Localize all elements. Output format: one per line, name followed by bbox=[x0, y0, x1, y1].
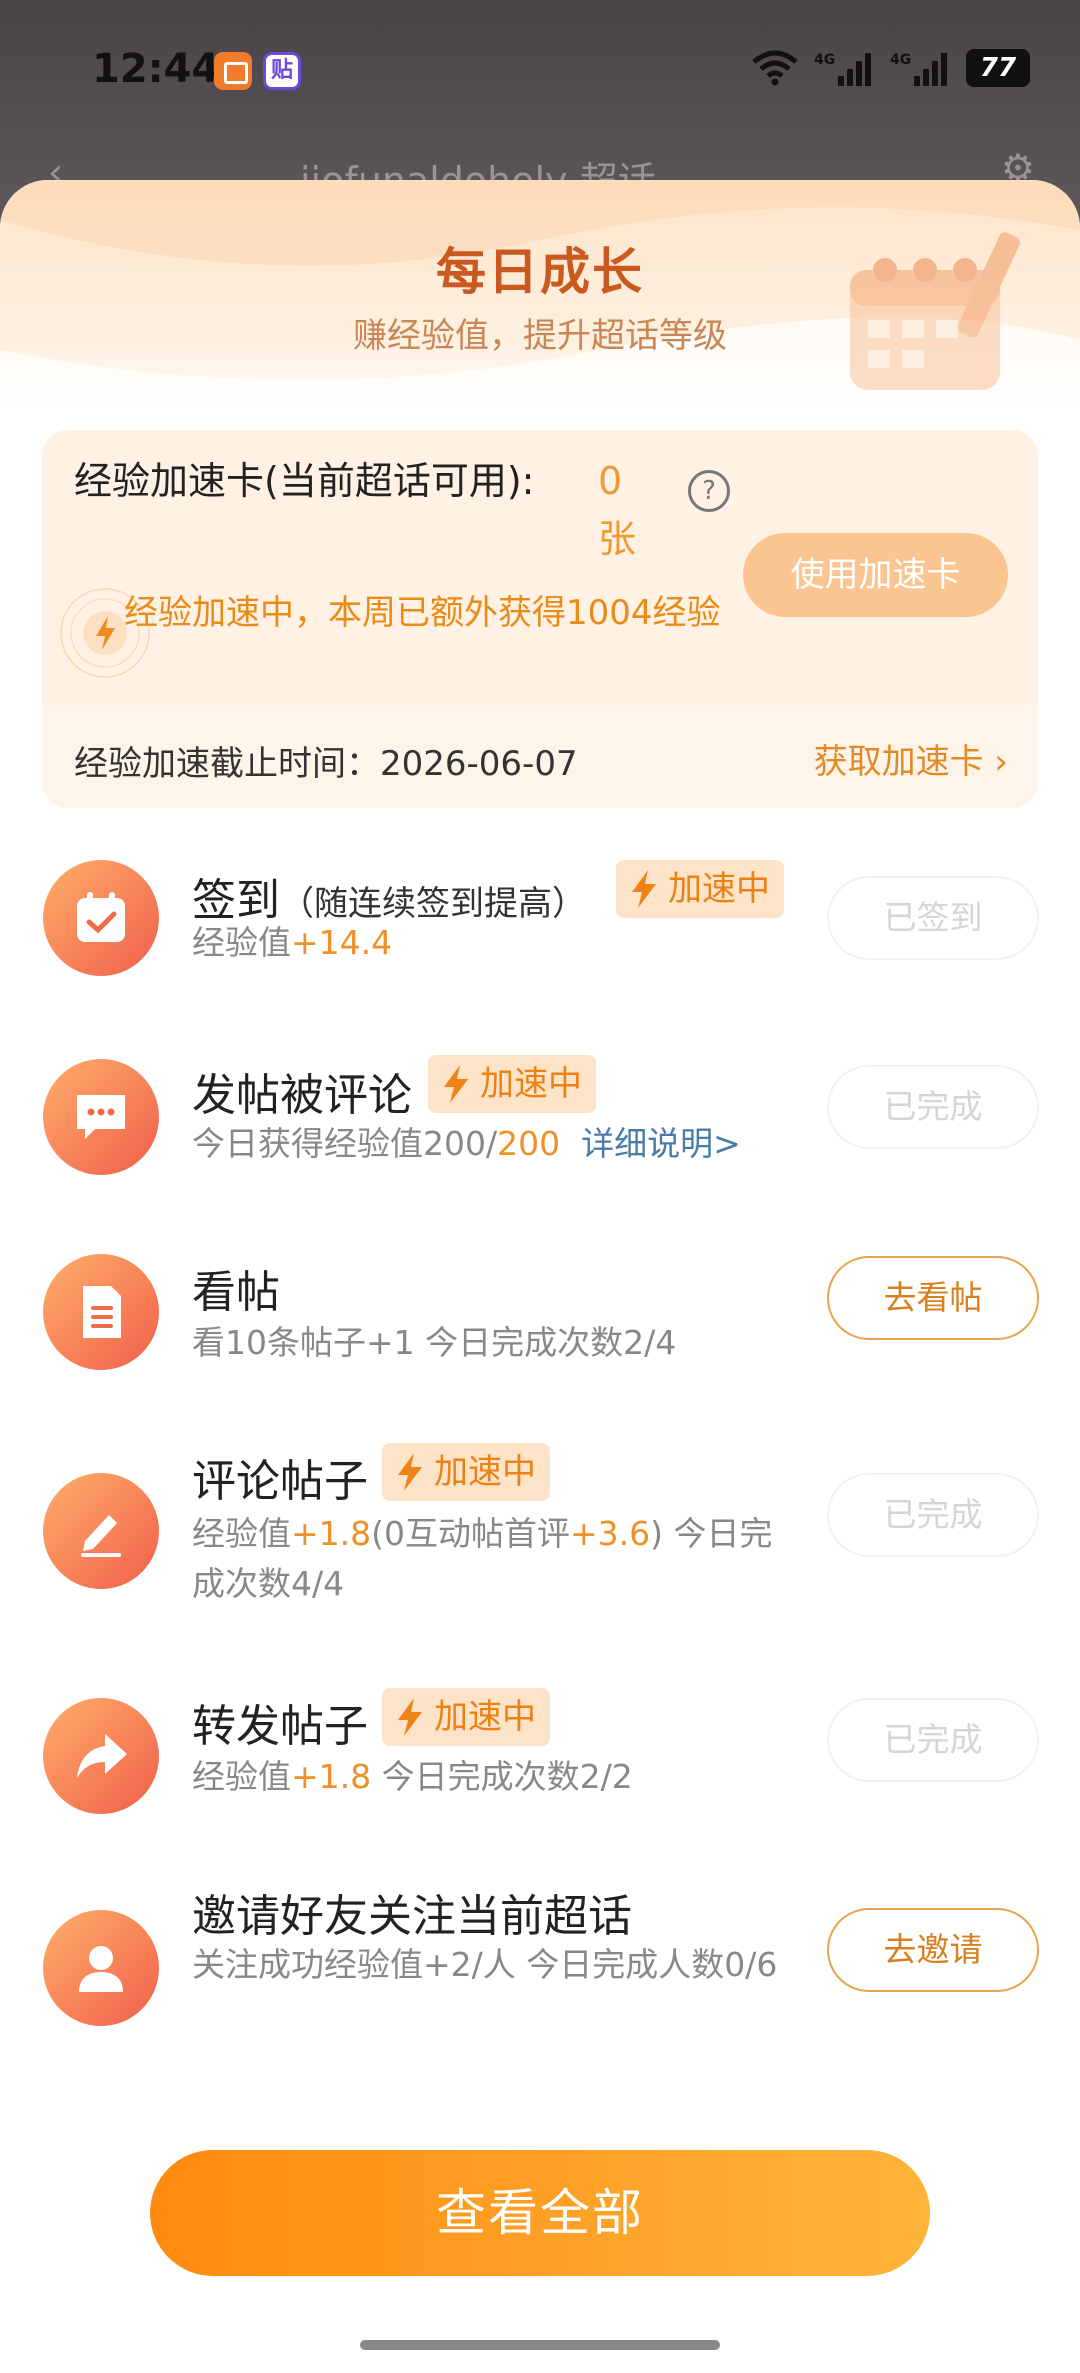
accel-card-label: 经验加速卡(当前超话可用): bbox=[74, 459, 535, 503]
desc-text: 今日获得经验值200/ bbox=[192, 1124, 498, 1163]
desc-highlight: +1.8 bbox=[291, 1514, 372, 1553]
deadline-date: 2026-06-07 bbox=[380, 744, 578, 784]
read-posts-button[interactable]: 去看帖 bbox=[827, 1256, 1039, 1340]
desc-text: 经验值 bbox=[192, 1514, 291, 1553]
use-accel-card-button[interactable]: 使用加速卡 bbox=[743, 533, 1008, 617]
completed-button[interactable]: 已完成 bbox=[827, 1698, 1039, 1782]
edit-pen-icon bbox=[43, 1473, 159, 1589]
badge-label: 加速中 bbox=[480, 1064, 582, 1104]
task-desc: 看10条帖子+1 今日完成次数2/4 bbox=[192, 1323, 677, 1362]
badge-label: 加速中 bbox=[434, 1697, 536, 1737]
accel-card: 经验加速卡(当前超话可用): 0 张 ? 使用加速卡 经验加速中，本周已额外获得… bbox=[42, 430, 1038, 808]
badge-label: 加速中 bbox=[434, 1452, 536, 1492]
daily-growth-sheet: 每日成长 赚经验值，提升超话等级 经验加速卡(当前超话可用): 0 张 ? 使用… bbox=[0, 180, 1080, 2373]
sheet-subtitle: 赚经验值，提升超话等级 bbox=[353, 316, 727, 356]
signed-in-button[interactable]: 已签到 bbox=[827, 876, 1039, 960]
task-title: 评论帖子 bbox=[192, 1456, 368, 1507]
accelerating-badge: 加速中 bbox=[616, 860, 784, 918]
wifi-icon bbox=[752, 50, 798, 86]
accel-status-text: 经验加速中，本周已额外获得1004经验 bbox=[124, 593, 721, 633]
details-link[interactable]: 详细说明> bbox=[581, 1124, 741, 1163]
notification-app-icon bbox=[214, 52, 252, 90]
accelerating-badge: 加速中 bbox=[382, 1688, 550, 1746]
sheet-title: 每日成长 bbox=[436, 243, 644, 301]
invite-button[interactable]: 去邀请 bbox=[827, 1908, 1039, 1992]
desc-highlight: 200 bbox=[497, 1124, 561, 1163]
accelerating-badge: 加速中 bbox=[382, 1443, 550, 1501]
share-arrow-icon bbox=[43, 1698, 159, 1814]
completed-button[interactable]: 已完成 bbox=[827, 1473, 1039, 1557]
home-indicator[interactable] bbox=[360, 2340, 720, 2350]
completed-button[interactable]: 已完成 bbox=[827, 1065, 1039, 1149]
battery-indicator: 77 bbox=[966, 49, 1030, 87]
status-time: 12:44 bbox=[92, 46, 220, 92]
document-icon bbox=[43, 1254, 159, 1370]
task-title: 发帖被评论 bbox=[192, 1070, 412, 1121]
user-icon bbox=[43, 1910, 159, 2026]
desc-highlight: +3.6 bbox=[570, 1514, 651, 1553]
signal-4g-icon: 4G bbox=[814, 52, 871, 86]
calendar-check-icon bbox=[43, 860, 159, 976]
desc-text: 经验值 bbox=[192, 923, 291, 962]
lightning-icon bbox=[398, 1698, 422, 1736]
task-desc: 关注成功经验值+2/人 今日完成人数0/6 bbox=[192, 1945, 778, 1984]
get-accel-card-label: 获取加速卡 bbox=[813, 742, 984, 782]
svg-text:4G: 4G bbox=[890, 52, 911, 68]
task-desc: 经验值+1.8(0互动帖首评+3.6) 今日完成次数4/4 bbox=[192, 1509, 802, 1609]
chevron-right-icon: › bbox=[983, 742, 1008, 782]
get-accel-card-link[interactable]: 获取加速卡 › bbox=[814, 734, 1008, 783]
svg-text:4G: 4G bbox=[814, 52, 835, 68]
accel-card-count: 0 张 bbox=[598, 459, 637, 561]
lightning-icon bbox=[444, 1065, 468, 1103]
comment-bubble-icon bbox=[43, 1059, 159, 1175]
help-icon[interactable]: ? bbox=[688, 470, 730, 512]
desc-text: (0互动帖首评 bbox=[371, 1514, 571, 1553]
sheet-header: 每日成长 赚经验值，提升超话等级 bbox=[0, 180, 1080, 420]
task-desc: 经验值+14.4 bbox=[192, 918, 392, 968]
view-all-button[interactable]: 查看全部 bbox=[150, 2150, 930, 2276]
desc-text: 今日完成次数2/2 bbox=[371, 1757, 633, 1796]
signal-4g-icon: 4G bbox=[890, 52, 947, 86]
lightning-icon bbox=[398, 1453, 422, 1491]
task-title: 转发帖子 bbox=[192, 1701, 368, 1752]
desc-text: 经验值 bbox=[192, 1757, 291, 1796]
deadline-label: 经验加速截止时间： bbox=[74, 744, 380, 784]
badge-label: 加速中 bbox=[668, 869, 770, 909]
lightning-icon bbox=[632, 870, 656, 908]
task-desc: 今日获得经验值200/200 详细说明> bbox=[192, 1119, 741, 1169]
desc-highlight: +14.4 bbox=[291, 923, 393, 962]
status-bar: 12:44 贴 4G 4G 77 bbox=[0, 0, 1080, 145]
accel-card-footer: 经验加速截止时间：2026-06-07 获取加速卡 › bbox=[42, 706, 1038, 808]
task-desc: 经验值+1.8 今日完成次数2/2 bbox=[192, 1752, 633, 1802]
task-title: 看帖 bbox=[192, 1267, 280, 1318]
tieba-app-icon: 贴 bbox=[263, 52, 301, 90]
task-title: 邀请好友关注当前超话 bbox=[192, 1891, 632, 1942]
accel-deadline: 经验加速截止时间：2026-06-07 bbox=[74, 736, 578, 785]
accelerating-badge: 加速中 bbox=[428, 1055, 596, 1113]
desc-highlight: +1.8 bbox=[291, 1757, 372, 1796]
